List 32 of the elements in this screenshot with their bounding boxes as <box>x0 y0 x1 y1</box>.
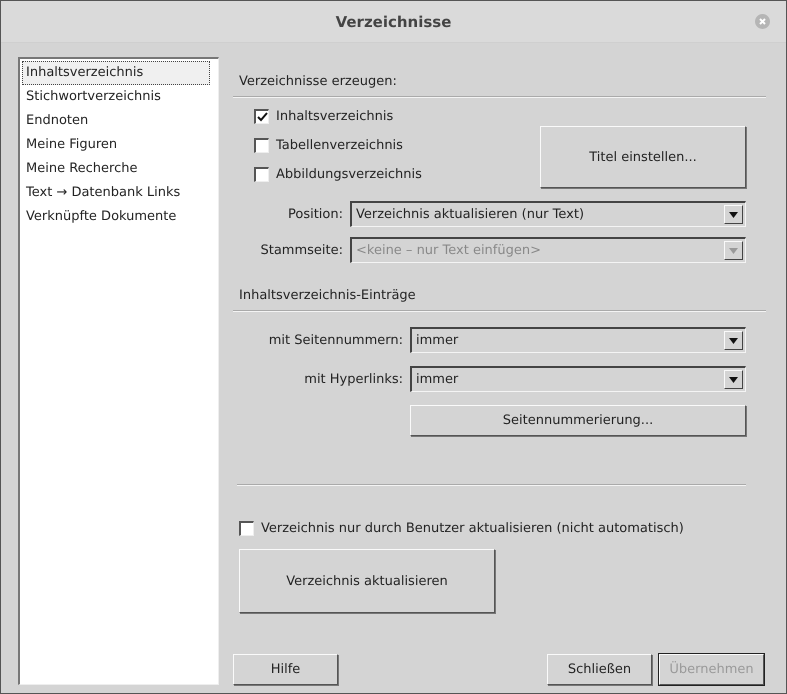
dropdown[interactable]: Verzeichnis aktualisieren (nur Text) <box>350 201 746 227</box>
checkbox[interactable]: Tabellenverzeichnis <box>254 138 540 153</box>
list-item[interactable]: Inhaltsverzeichnis <box>22 61 210 85</box>
dialog-button[interactable]: Schließen <box>547 654 652 685</box>
list-item[interactable]: Stichwortverzeichnis <box>22 85 165 109</box>
dropdown-arrow-icon <box>729 376 738 382</box>
dialog-button[interactable]: Hilfe <box>233 654 338 685</box>
title-settings-button[interactable]: Titel einstellen... <box>540 126 746 188</box>
list-item[interactable]: Text → Datenbank Links <box>22 181 184 205</box>
checkbox[interactable]: Abbildungsverzeichnis <box>254 167 540 182</box>
close-icon[interactable] <box>755 14 770 29</box>
checkbox[interactable]: Verzeichnis nur durch Benutzer aktualisieren (nicht automatisch) <box>239 521 766 536</box>
checkmark-icon <box>256 112 268 122</box>
dropdown[interactable]: immer <box>410 327 746 353</box>
update-index-button[interactable]: Verzeichnis aktualisieren <box>239 549 495 613</box>
section-heading: Inhaltsverzeichnis-Einträge <box>238 287 417 305</box>
field-label: Stammseite: <box>259 242 343 258</box>
page-numbering-button[interactable]: Seitennummerierung... <box>410 405 746 436</box>
dropdown-arrow-icon <box>729 338 738 344</box>
dropdown-arrow-icon <box>729 212 738 218</box>
dropdown[interactable]: immer <box>410 366 746 392</box>
section-heading: Verzeichnisse erzeugen: <box>238 73 398 91</box>
list-item[interactable]: Meine Figuren <box>22 133 122 157</box>
list-item[interactable]: Verknüpfte Dokumente <box>22 205 180 229</box>
list-item[interactable]: Endnoten <box>22 109 92 133</box>
field-label: Position: <box>287 206 343 222</box>
dropdown-arrow-icon <box>729 248 738 254</box>
field-label: mit Seitennummern: <box>268 332 403 348</box>
window-title: Verzeichnisse <box>336 12 452 30</box>
field-label: mit Hyperlinks: <box>303 372 403 386</box>
list-item[interactable]: Meine Recherche <box>22 157 142 181</box>
checkbox[interactable]: Inhaltsverzeichnis <box>254 109 540 124</box>
